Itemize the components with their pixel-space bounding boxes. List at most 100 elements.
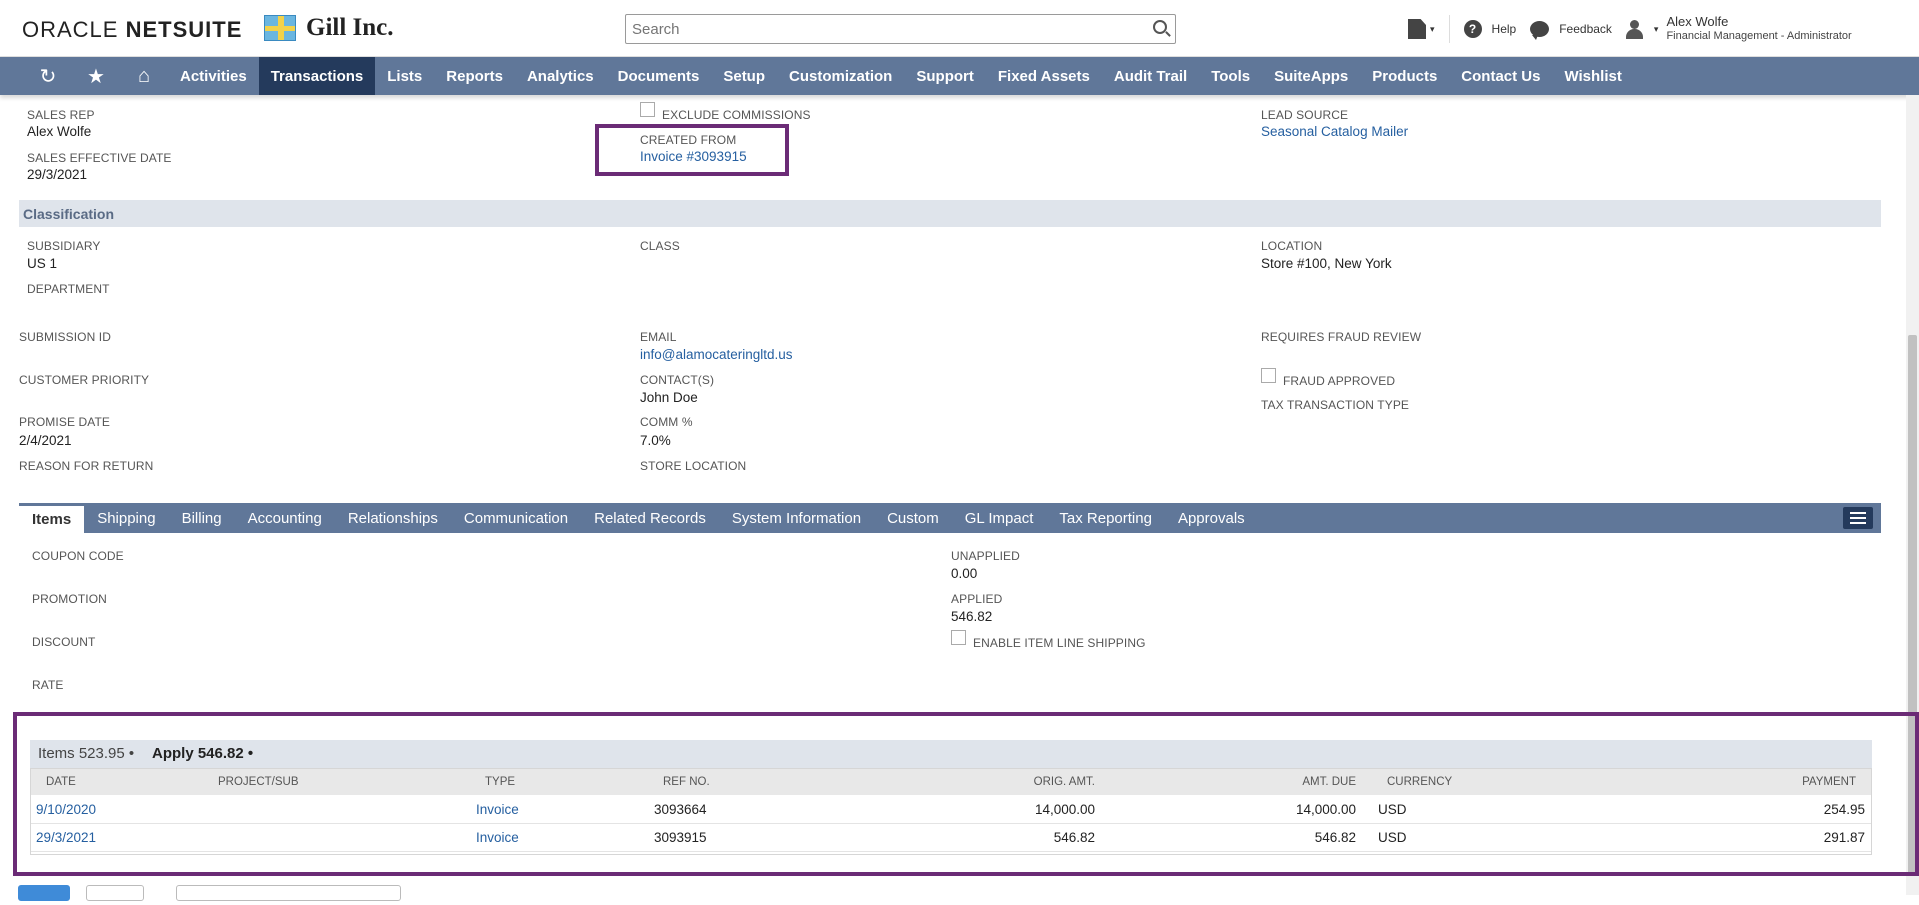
row-amt-due: 14,000.00 (1295, 802, 1356, 817)
help-icon: ? (1463, 20, 1482, 38)
lead-source-label: LEAD SOURCE (1261, 108, 1349, 122)
tab-relationships[interactable]: Relationships (335, 503, 451, 533)
col-date[interactable]: DATE (46, 776, 76, 788)
enable-item-line-shipping-label: ENABLE ITEM LINE SHIPPING (973, 636, 1146, 650)
nav-activities[interactable]: Activities (168, 57, 259, 95)
col-type[interactable]: TYPE (485, 776, 515, 788)
row-date[interactable]: 29/3/2021 (36, 830, 96, 845)
create-new-menu[interactable]: ▾ (1408, 19, 1435, 39)
nav-setup[interactable]: Setup (711, 57, 777, 95)
user-role: Financial Management - Administrator (1666, 30, 1852, 42)
enable-item-line-shipping-checkbox[interactable] (951, 630, 966, 645)
tab-billing[interactable]: Billing (169, 503, 235, 533)
tab-approvals[interactable]: Approvals (1165, 503, 1258, 533)
tab-related-records[interactable]: Related Records (581, 503, 719, 533)
nav-customization[interactable]: Customization (777, 57, 904, 95)
search-icon[interactable] (1153, 20, 1167, 34)
sales-rep-label: SALES REP (27, 108, 95, 122)
fraud-approved-label: FRAUD APPROVED (1283, 374, 1396, 388)
exclude-commissions-checkbox[interactable] (640, 102, 655, 117)
tab-gl-impact[interactable]: GL Impact (952, 503, 1047, 533)
row-currency: USD (1378, 802, 1407, 817)
tab-items[interactable]: Items (19, 503, 85, 533)
table-row[interactable]: 9/10/2020 Invoice 3093664 14,000.00 14,0… (31, 796, 1871, 824)
header-tools: ▾ ? Help Feedback ▾ Alex Wolfe Financial … (1408, 14, 1866, 44)
promise-date-label: PROMISE DATE (19, 415, 110, 429)
row-ref-no: 3093664 (654, 802, 707, 817)
nav-products[interactable]: Products (1360, 57, 1449, 95)
unapplied-label: UNAPPLIED (951, 549, 1020, 563)
nav-support[interactable]: Support (904, 57, 986, 95)
tab-communication[interactable]: Communication (451, 503, 581, 533)
tab-custom[interactable]: Custom (874, 503, 952, 533)
actions-button[interactable] (176, 885, 401, 901)
applied-value: 546.82 (951, 609, 993, 624)
help-label: Help (1491, 22, 1517, 36)
nav-fixed-assets[interactable]: Fixed Assets (986, 57, 1102, 95)
nav-wishlist[interactable]: Wishlist (1552, 57, 1633, 95)
applied-label: APPLIED (951, 592, 1003, 606)
user-name: Alex Wolfe (1666, 14, 1729, 29)
nav-transactions[interactable]: Transactions (258, 57, 376, 95)
email-link[interactable]: info@alamocateringltd.us (640, 347, 793, 362)
nav-lists[interactable]: Lists (375, 57, 434, 95)
row-currency: USD (1378, 830, 1407, 845)
help-link[interactable]: ? Help (1463, 20, 1517, 38)
subsidiary-value: US 1 (27, 256, 58, 271)
logo-netsuite-text: NETSUITE (125, 17, 243, 42)
user-menu[interactable]: ▾ Alex Wolfe Financial Management - Admi… (1625, 14, 1852, 44)
cancel-button[interactable] (86, 885, 144, 901)
sublist-tab-apply[interactable]: Apply 546.82 • (152, 745, 253, 762)
home-icon[interactable]: ⌂ (120, 57, 168, 95)
col-ref-no[interactable]: REF NO. (663, 776, 710, 788)
apply-sublist-grid: DATE PROJECT/SUB TYPE REF NO. ORIG. AMT.… (30, 768, 1872, 855)
col-amt-due[interactable]: AMT. DUE (1302, 776, 1356, 788)
lead-source-link[interactable]: Seasonal Catalog Mailer (1261, 124, 1408, 139)
sublist-tab-items[interactable]: Items 523.95 • (38, 745, 134, 762)
row-ref-no: 3093915 (654, 830, 707, 845)
row-type[interactable]: Invoice (476, 802, 519, 817)
tax-transaction-type-label: TAX TRANSACTION TYPE (1261, 398, 1410, 412)
nav-suiteapps[interactable]: SuiteApps (1262, 57, 1360, 95)
classification-section-header[interactable]: Classification (19, 200, 1881, 227)
nav-audit-trail[interactable]: Audit Trail (1102, 57, 1199, 95)
col-project[interactable]: PROJECT/SUB (218, 776, 299, 788)
recent-records-icon[interactable]: ↻ (24, 57, 72, 95)
tab-accounting[interactable]: Accounting (235, 503, 335, 533)
nav-tools[interactable]: Tools (1199, 57, 1262, 95)
feedback-icon (1530, 21, 1550, 40)
tab-tax-reporting[interactable]: Tax Reporting (1046, 503, 1165, 533)
nav-reports[interactable]: Reports (434, 57, 515, 95)
fraud-approved-checkbox[interactable] (1261, 368, 1276, 383)
sublist-tabs: Items 523.95 • Apply 546.82 • (30, 740, 1872, 768)
tabs-view-menu-icon[interactable] (1843, 507, 1873, 529)
tools-divider (1448, 15, 1450, 43)
row-payment[interactable]: 291.87 (1824, 830, 1865, 845)
tab-shipping[interactable]: Shipping (84, 503, 168, 533)
nav-documents[interactable]: Documents (606, 57, 712, 95)
company-logo[interactable]: Gill Inc. (264, 14, 394, 42)
logo-oracle-text: ORACLE (22, 17, 119, 42)
store-location-label: STORE LOCATION (640, 459, 747, 473)
row-payment[interactable]: 254.95 (1824, 802, 1865, 817)
save-button[interactable] (18, 885, 70, 901)
oracle-netsuite-logo[interactable]: ORACLE NETSUITE (22, 17, 242, 43)
col-orig-amt[interactable]: ORIG. AMT. (1034, 776, 1095, 788)
row-type[interactable]: Invoice (476, 830, 519, 845)
class-label: CLASS (640, 239, 680, 253)
col-currency[interactable]: CURRENCY (1387, 776, 1452, 788)
nav-contact-us[interactable]: Contact Us (1449, 57, 1552, 95)
comm-value: 7.0% (640, 433, 671, 448)
feedback-link[interactable]: Feedback (1530, 21, 1612, 40)
search-input[interactable] (626, 15, 1126, 43)
company-name: Gill Inc. (306, 14, 394, 41)
feedback-label: Feedback (1559, 22, 1612, 36)
table-row[interactable]: 29/3/2021 Invoice 3093915 546.82 546.82 … (31, 824, 1871, 852)
tab-system-information[interactable]: System Information (719, 503, 874, 533)
user-roles-icon (1625, 18, 1652, 40)
top-bar: ORACLE NETSUITE Gill Inc. ▾ ? Help Feedba… (0, 0, 1919, 57)
nav-analytics[interactable]: Analytics (515, 57, 606, 95)
row-date[interactable]: 9/10/2020 (36, 802, 96, 817)
col-payment[interactable]: PAYMENT (1802, 776, 1856, 788)
favorites-star-icon[interactable]: ★ (72, 57, 120, 95)
